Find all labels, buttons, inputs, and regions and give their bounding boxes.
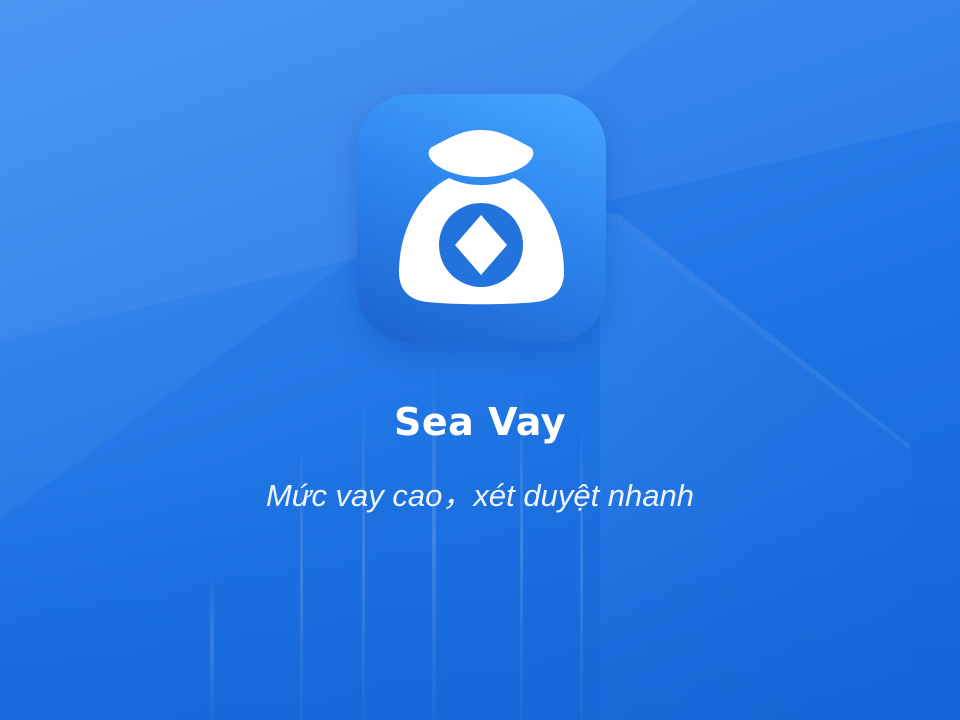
app-name: Sea Vay [393,400,567,444]
app-icon[interactable] [357,94,606,343]
money-bag-icon [399,130,564,305]
splash-screen: Sea Vay Mức vay cao，xét duyệt nhanh [0,0,960,720]
app-tagline: Mức vay cao，xét duyệt nhanh [265,478,695,513]
